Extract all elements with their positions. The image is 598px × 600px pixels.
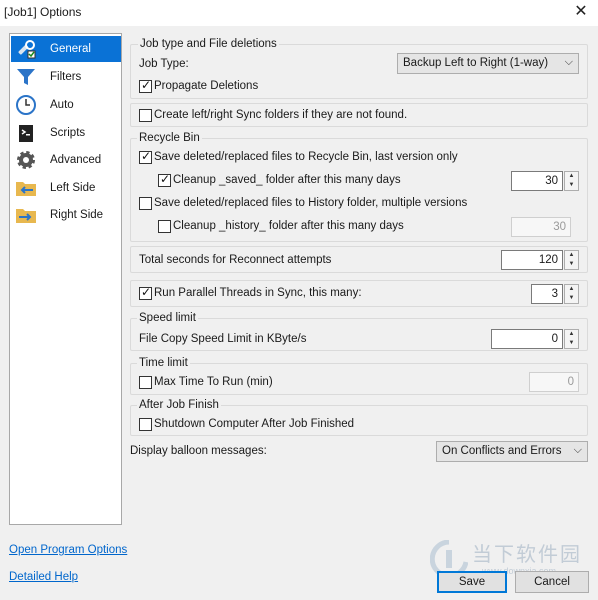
nav-item-label: Scripts [50, 127, 86, 139]
job-type-value: Backup Left to Right (1-way) [403, 57, 549, 69]
create-folders-label: Create left/right Sync folders if they a… [154, 109, 408, 121]
spin-up-icon[interactable]: ▲ [565, 330, 578, 339]
detailed-help-link[interactable]: Detailed Help [9, 571, 78, 583]
shutdown-checkbox[interactable] [139, 418, 152, 431]
after-job-group-label: After Job Finish [137, 399, 221, 411]
cleanup-saved-checkbox[interactable] [158, 172, 171, 187]
propagate-deletions-label: Propagate Deletions [154, 80, 259, 92]
cleanup-history-value: 30 [553, 221, 566, 233]
job-type-group-label: Job type and File deletions [138, 38, 279, 50]
nav-item-label: Right Side [50, 209, 104, 221]
chevron-down-icon: ⌵ [564, 56, 573, 68]
save-button[interactable]: Save [437, 571, 507, 593]
folder-left-icon [16, 182, 36, 196]
shutdown-label: Shutdown Computer After Job Finished [154, 418, 355, 430]
title-bar: [Job1] Options ✕ [0, 0, 598, 26]
clock-icon [16, 95, 36, 115]
propagate-deletions-checkbox[interactable] [139, 78, 152, 93]
watermark-text: 当下软件园 [472, 544, 582, 566]
speed-limit-value-box[interactable]: 0 [491, 329, 563, 349]
chevron-down-icon: ⌵ [573, 444, 582, 456]
spin-up-icon[interactable]: ▲ [565, 172, 578, 181]
create-folders-checkbox[interactable] [139, 109, 152, 122]
cleanup-saved-value: 30 [545, 175, 558, 187]
spin-down-icon[interactable]: ▼ [565, 339, 578, 348]
spinner-buttons[interactable]: ▲ ▼ [564, 329, 579, 349]
nav-item-label: Left Side [50, 182, 96, 194]
max-time-checkbox[interactable] [139, 376, 152, 389]
cleanup-saved-spinner[interactable]: 30 ▲ ▼ [511, 171, 579, 191]
nav-item-label: Advanced [50, 154, 102, 166]
funnel-icon [17, 69, 35, 85]
job-type-label: Job Type: [139, 58, 189, 70]
speed-limit-spinner[interactable]: 0 ▲ ▼ [491, 329, 579, 349]
reconnect-value: 120 [538, 254, 558, 266]
nav-item-general[interactable]: General [11, 36, 121, 62]
cleanup-history-value-box: 30 [511, 217, 571, 237]
speed-limit-label: File Copy Speed Limit in KByte/s [139, 333, 307, 345]
spinner-buttons[interactable]: ▲ ▼ [564, 250, 579, 270]
save-history-label: Save deleted/replaced files to History f… [154, 197, 468, 209]
save-recycle-label: Save deleted/replaced files to Recycle B… [154, 151, 458, 163]
recycle-bin-group-label: Recycle Bin [137, 132, 202, 144]
parallel-threads-value: 3 [551, 288, 558, 300]
nav-item-label: Auto [50, 99, 74, 111]
job-type-select[interactable]: Backup Left to Right (1-way) ⌵ [397, 53, 579, 74]
speed-limit-value: 0 [551, 333, 558, 345]
open-program-options-link[interactable]: Open Program Options [9, 544, 127, 556]
spin-up-icon[interactable]: ▲ [565, 251, 578, 260]
nav-item-scripts[interactable]: Scripts [11, 120, 121, 146]
spinner-buttons[interactable]: ▲ ▼ [564, 284, 579, 304]
cleanup-history-spinner: 30 [511, 217, 579, 237]
spin-down-icon[interactable]: ▼ [565, 260, 578, 269]
max-time-value: 0 [567, 376, 574, 388]
max-time-value-box: 0 [529, 372, 579, 392]
spin-down-icon[interactable]: ▼ [565, 294, 578, 303]
parallel-threads-value-box[interactable]: 3 [531, 284, 563, 304]
cleanup-history-label: Cleanup _history_ folder after this many… [173, 220, 404, 232]
tools-icon [18, 40, 36, 59]
spin-up-icon[interactable]: ▲ [565, 285, 578, 294]
nav-item-auto[interactable]: Auto [11, 92, 121, 118]
nav-item-right-side[interactable]: Right Side [11, 202, 121, 228]
nav-item-label: Filters [50, 71, 82, 83]
window-title: [Job1] Options [4, 5, 82, 19]
speed-limit-group-label: Speed limit [137, 312, 198, 324]
max-time-spinner: 0 [529, 372, 579, 392]
cleanup-saved-label: Cleanup _saved_ folder after this many d… [173, 174, 401, 186]
parallel-threads-label: Run Parallel Threads in Sync, this many: [154, 287, 362, 299]
cleanup-history-checkbox[interactable] [158, 220, 171, 233]
close-icon[interactable]: ✕ [570, 2, 592, 22]
save-history-checkbox[interactable] [139, 197, 152, 210]
nav-item-filters[interactable]: Filters [11, 64, 121, 90]
folder-right-icon [16, 209, 36, 223]
reconnect-label: Total seconds for Reconnect attempts [139, 254, 332, 266]
nav-item-advanced[interactable]: Advanced [11, 147, 121, 173]
cancel-button[interactable]: Cancel [515, 571, 589, 593]
balloon-label: Display balloon messages: [130, 445, 267, 457]
balloon-value: On Conflicts and Errors [442, 445, 562, 457]
nav-item-label: General [50, 43, 91, 55]
spin-down-icon[interactable]: ▼ [565, 181, 578, 190]
balloon-select[interactable]: On Conflicts and Errors ⌵ [436, 441, 588, 462]
reconnect-spinner[interactable]: 120 ▲ ▼ [501, 250, 579, 270]
cleanup-saved-value-box[interactable]: 30 [511, 171, 563, 191]
time-limit-group-label: Time limit [137, 357, 190, 369]
gear-icon [17, 151, 35, 169]
options-nav: General Filters Auto Scripts Advanced Le… [9, 33, 122, 525]
script-icon [19, 125, 33, 142]
reconnect-value-box[interactable]: 120 [501, 250, 563, 270]
nav-item-left-side[interactable]: Left Side [11, 175, 121, 201]
save-recycle-checkbox[interactable] [139, 149, 152, 164]
parallel-threads-checkbox[interactable] [139, 285, 152, 300]
parallel-threads-spinner[interactable]: 3 ▲ ▼ [531, 284, 579, 304]
spinner-buttons[interactable]: ▲ ▼ [564, 171, 579, 191]
max-time-label: Max Time To Run (min) [154, 376, 273, 388]
